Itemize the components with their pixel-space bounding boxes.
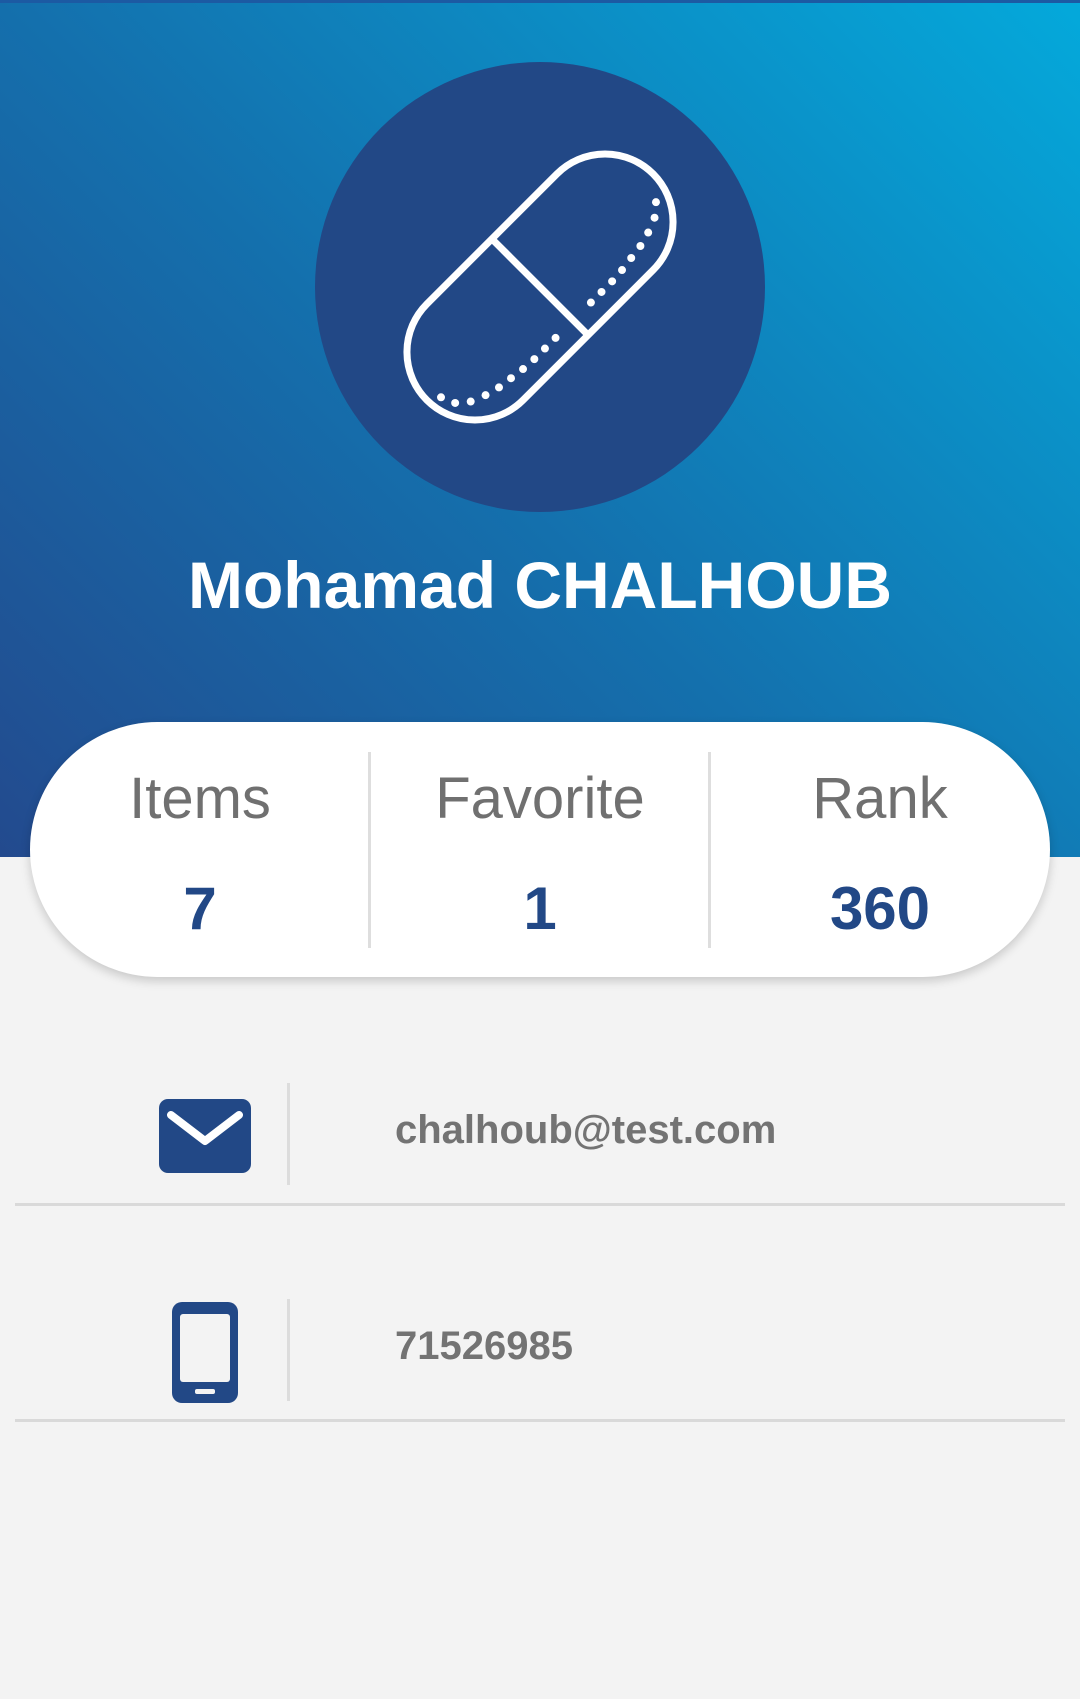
phone-row[interactable]: 71526985 [15, 1299, 1065, 1422]
envelope-icon [159, 1099, 251, 1173]
phone-icon-cell [15, 1299, 265, 1419]
row-divider [287, 1299, 290, 1401]
stat-label: Items [129, 766, 271, 831]
email-row[interactable]: chalhoub@test.com [15, 1083, 1065, 1206]
stat-value: 1 [523, 875, 557, 942]
email-text: chalhoub@test.com [395, 1108, 777, 1152]
stat-rank[interactable]: Rank 360 [708, 722, 1050, 977]
capsule-pill-icon [403, 150, 677, 424]
stat-label: Favorite [435, 766, 645, 831]
stat-favorite[interactable]: Favorite 1 [368, 722, 710, 977]
stat-value: 360 [829, 875, 931, 942]
email-icon-cell [15, 1083, 265, 1203]
stat-value: 7 [183, 875, 217, 942]
header-top-border [0, 0, 1080, 3]
phone-text: 71526985 [395, 1324, 573, 1368]
user-name: Mohamad CHALHOUB [188, 548, 892, 622]
row-divider [287, 1083, 290, 1185]
mobile-phone-icon [172, 1302, 238, 1403]
stat-items[interactable]: Items 7 [30, 722, 370, 977]
avatar[interactable] [315, 62, 765, 512]
stats-card: Items 7 Favorite 1 Rank 360 [30, 722, 1050, 977]
stat-label: Rank [812, 766, 948, 831]
